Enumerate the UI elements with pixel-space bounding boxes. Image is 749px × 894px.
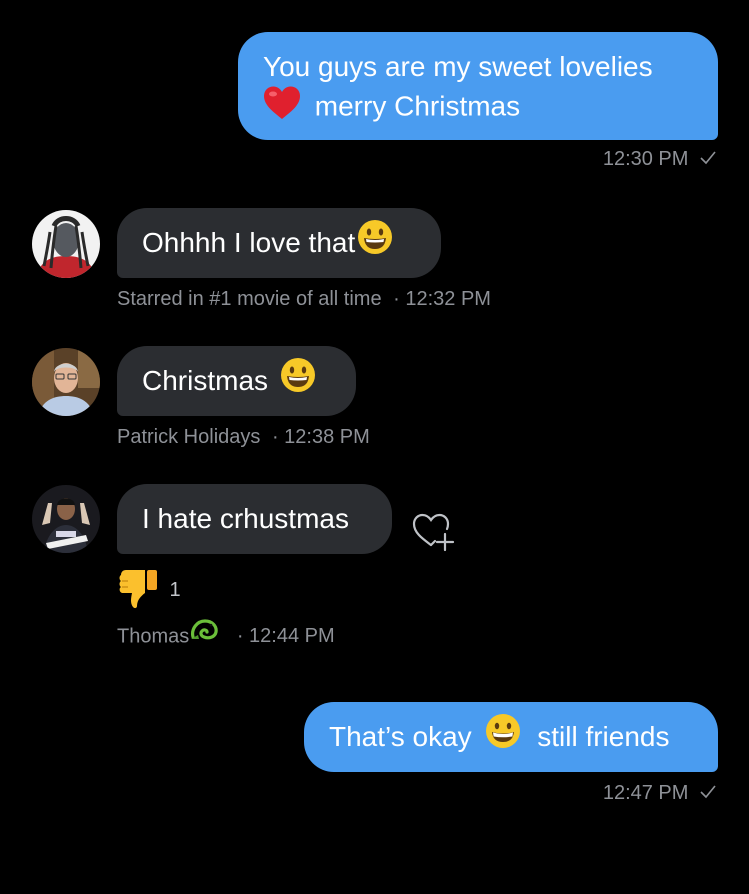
incoming-message-bubble[interactable]: Ohhhh I love that bbox=[117, 208, 441, 278]
outgoing-message-bubble[interactable]: You guys are my sweet lovelies merry Chr… bbox=[238, 32, 718, 140]
message-text: still friends bbox=[537, 721, 670, 752]
sent-check-icon bbox=[700, 148, 716, 171]
reaction-count: 1 bbox=[169, 579, 181, 601]
avatar[interactable] bbox=[32, 210, 100, 278]
incoming-message-bubble[interactable]: Christmas bbox=[117, 346, 356, 416]
avatar[interactable] bbox=[32, 485, 100, 553]
sender-name[interactable]: Patrick Holidays bbox=[117, 426, 260, 448]
timestamp: 12:30 PM bbox=[602, 148, 689, 170]
message-text-line: You guys are my sweet lovelies bbox=[263, 51, 653, 82]
message-text: Ohhhh I love that bbox=[142, 227, 356, 258]
heart-plus-icon bbox=[412, 513, 455, 552]
message-meta: 12:47 PM bbox=[603, 782, 716, 805]
message-meta: Thomas · 12:44 PM bbox=[117, 619, 335, 649]
message-text: That’s okay bbox=[329, 721, 472, 752]
thumbs-down-icon bbox=[117, 566, 159, 615]
timestamp: · 12:32 PM bbox=[393, 288, 491, 310]
timestamp: · 12:44 PM bbox=[236, 625, 335, 648]
message-text-line: merry Christmas bbox=[314, 90, 521, 122]
message-meta: Starred in #1 movie of all time · 12:32 … bbox=[117, 288, 491, 311]
timestamp: 12:47 PM bbox=[602, 782, 689, 804]
sender-name[interactable]: Starred in #1 movie of all time bbox=[117, 288, 382, 310]
grinning-face-icon bbox=[280, 357, 316, 403]
sent-check-icon bbox=[700, 782, 716, 805]
grinning-face-icon bbox=[357, 219, 393, 265]
timestamp: · 12:38 PM bbox=[271, 426, 370, 448]
red-heart-icon bbox=[263, 86, 301, 130]
crocodile-icon bbox=[189, 617, 219, 649]
beaming-face-icon bbox=[485, 713, 521, 759]
sender-name[interactable]: Thomas bbox=[117, 625, 189, 647]
message-meta: Patrick Holidays · 12:38 PM bbox=[117, 426, 370, 449]
message-text: Christmas bbox=[142, 365, 269, 396]
message-meta: 12:30 PM bbox=[603, 148, 716, 171]
message-text: I hate crhustmas bbox=[142, 503, 349, 534]
avatar[interactable] bbox=[32, 348, 100, 416]
reaction-pill[interactable]: 1 bbox=[117, 566, 181, 610]
add-reaction-button[interactable] bbox=[411, 510, 457, 556]
incoming-message-bubble[interactable]: I hate crhustmas bbox=[117, 484, 392, 554]
outgoing-message-bubble[interactable]: That’s okay still friends bbox=[304, 702, 718, 772]
